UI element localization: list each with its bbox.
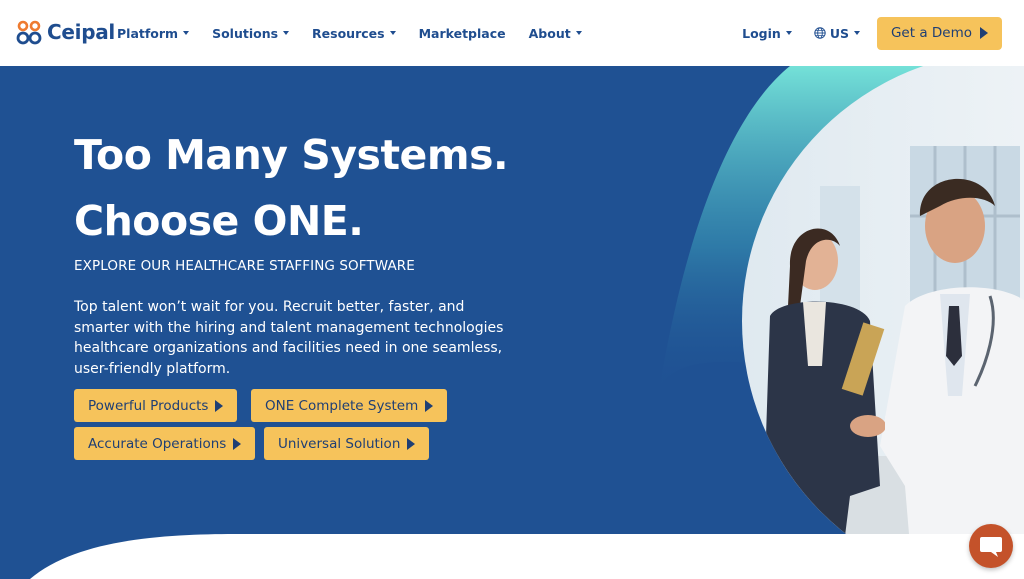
powerful-products-button[interactable]: Powerful Products (74, 389, 238, 422)
nav-platform-label: Platform (117, 25, 179, 41)
accurate-operations-label: Accurate Operations (88, 435, 227, 452)
site-header: Ceipal Platform Solutions Resources Mark… (0, 0, 1024, 66)
nav-platform[interactable]: Platform (117, 25, 190, 41)
chevron-down-icon (575, 31, 582, 35)
main-nav: Platform Solutions Resources Marketplace… (117, 0, 605, 66)
nav-about[interactable]: About (529, 26, 582, 41)
get-a-demo-button[interactable]: Get a Demo (876, 16, 1002, 50)
hero-headline-line1: Too Many Systems. (74, 131, 509, 179)
nav-resources-label: Resources (312, 25, 385, 41)
hero-eyebrow: EXPLORE OUR HEALTHCARE STAFFING SOFTWARE (74, 258, 415, 274)
nav-solutions-label: Solutions (212, 25, 279, 41)
universal-solution-label: Universal Solution (278, 435, 401, 452)
play-arrow-icon (215, 399, 224, 412)
nav-marketplace[interactable]: Marketplace (419, 26, 506, 41)
nav-about-label: About (528, 25, 571, 41)
hero-section: Too Many Systems. Choose ONE. EXPLORE OU… (0, 66, 1024, 579)
chevron-down-icon (283, 31, 290, 35)
hero-body-copy: Top talent won’t wait for you. Recruit b… (74, 299, 504, 377)
one-complete-system-label: ONE Complete System (265, 397, 419, 414)
get-a-demo-label: Get a Demo (890, 25, 972, 41)
chat-launcher-button[interactable] (969, 524, 1013, 568)
nav-resources[interactable]: Resources (312, 26, 396, 41)
powerful-products-label: Powerful Products (88, 397, 209, 414)
chat-bubble-icon (980, 537, 1002, 557)
chevron-down-icon (183, 31, 190, 35)
play-arrow-icon (407, 437, 416, 450)
accurate-operations-button[interactable]: Accurate Operations (74, 427, 256, 460)
play-arrow-icon (980, 27, 988, 39)
play-arrow-icon (233, 437, 242, 450)
nav-solutions[interactable]: Solutions (212, 25, 290, 41)
hero-headline-line2: Choose ONE. (74, 197, 364, 245)
nav-marketplace-label: Marketplace (418, 25, 506, 41)
logo-text: Ceipal (47, 20, 115, 44)
hero-headline: Too Many Systems. Choose ONE. (74, 122, 509, 254)
region-label: US (829, 25, 849, 41)
universal-solution-button[interactable]: Universal Solution (264, 427, 430, 460)
globe-icon (814, 27, 826, 39)
ceipal-rings-icon (16, 20, 42, 45)
bottom-wave-shape (30, 534, 1024, 579)
login-menu[interactable]: Login (742, 26, 792, 41)
chevron-down-icon (785, 31, 792, 35)
chevron-down-icon (853, 31, 860, 35)
one-complete-system-button[interactable]: ONE Complete System (251, 389, 448, 422)
ceipal-logo[interactable]: Ceipal (16, 18, 115, 46)
header-actions: Login US Get a Demo (742, 0, 1002, 66)
login-label: Login (742, 25, 781, 41)
region-selector[interactable]: US (814, 26, 860, 41)
chevron-down-icon (389, 31, 396, 35)
play-arrow-icon (425, 399, 434, 412)
